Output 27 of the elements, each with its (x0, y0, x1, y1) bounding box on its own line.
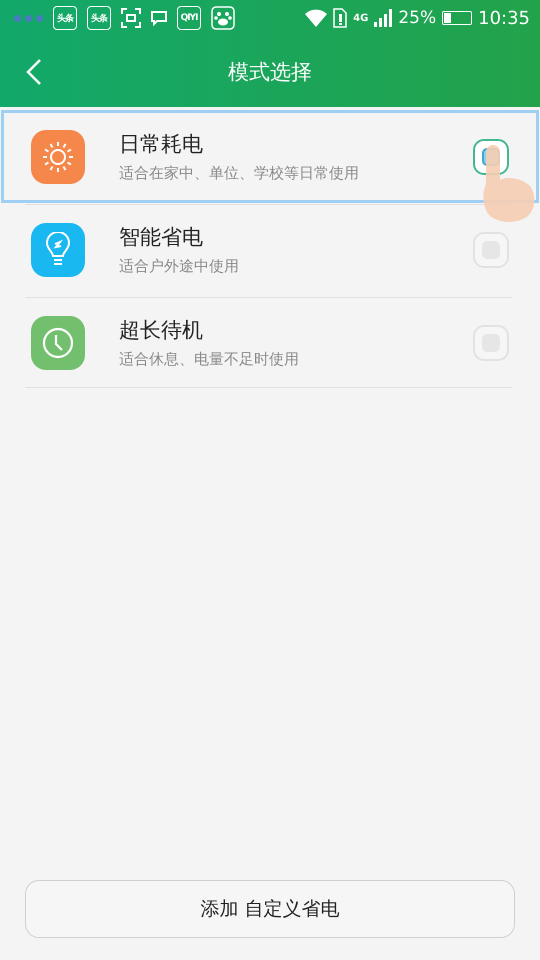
sun-icon (41, 140, 75, 174)
app-notification-icon: 头条 (87, 6, 111, 30)
light-bulb-icon (43, 232, 73, 268)
app-notification-icon: 头条 (53, 6, 77, 30)
clock-icon (41, 326, 75, 360)
mode-title: 智能省电 (119, 224, 204, 251)
mode-item[interactable]: 超长待机 适合休息、电量不足时使用 (1, 296, 539, 389)
sim-alert-icon (333, 8, 348, 28)
battery-percent: 25% (398, 8, 436, 28)
signal-icon (374, 9, 392, 27)
clock-time: 10:35 (478, 8, 530, 28)
page-title: 模式选择 (228, 58, 312, 86)
paw-icon (211, 6, 235, 30)
mode-description: 适合户外途中使用 (119, 257, 240, 276)
mode-item[interactable]: 智能省电 适合户外途中使用 (1, 203, 539, 296)
message-icon (151, 10, 167, 26)
overflow-dots-icon (14, 14, 43, 22)
network-type: 4G (353, 12, 368, 24)
mode-title: 日常耗电 (119, 131, 204, 158)
wifi-icon (305, 9, 328, 27)
mode-title: 超长待机 (119, 317, 204, 344)
add-custom-mode-button[interactable]: 添加 自定义省电 (25, 880, 515, 938)
app-notification-icon: QIYI (177, 6, 201, 30)
battery-icon (442, 11, 472, 25)
mode-description: 适合休息、电量不足时使用 (119, 350, 300, 369)
mode-description: 适合在家中、单位、学校等日常使用 (119, 164, 360, 183)
scan-icon (121, 8, 141, 28)
